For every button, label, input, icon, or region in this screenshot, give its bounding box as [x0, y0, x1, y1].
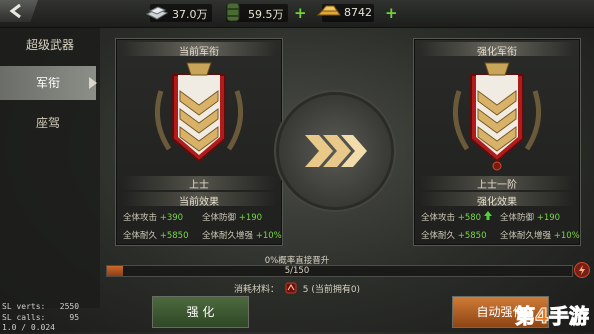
gold-value: 8742	[344, 6, 372, 19]
lightning-icon[interactable]	[574, 262, 590, 278]
current-rank-name: 上士	[189, 180, 209, 191]
fuel-barrel-icon	[226, 2, 240, 22]
stat-durability-boost: 全体耐久增强 +10%	[202, 231, 282, 241]
rank-insignia-icon	[154, 62, 244, 163]
rank-insignia-icon	[452, 62, 542, 163]
back-arrow-icon	[9, 3, 21, 19]
next-rank-card: 强化军衔 上士一阶 强化效果 全体攻击 +580 全体防御 +190 全体耐久 …	[413, 38, 581, 246]
material-owned: (当前拥有0)	[311, 285, 361, 295]
stat-attack: 全体攻击 +390	[123, 213, 184, 223]
chevron-right-icon	[305, 135, 367, 167]
site-watermark-logo: 第4手游	[513, 300, 593, 330]
debug-verts: SL verts: 2550	[2, 302, 80, 311]
stat-durability: 全体耐久 +5850	[421, 231, 487, 241]
next-rank-name: 上士一阶	[477, 180, 517, 191]
fuel-resource: 59.5万	[226, 2, 288, 22]
increase-arrow-icon	[483, 211, 492, 220]
stat-durability-boost: 全体耐久增强 +10%	[500, 231, 580, 241]
material-count: 5	[302, 285, 309, 295]
fuel-value: 59.5万	[248, 8, 284, 21]
stat-attack: 全体攻击 +580	[421, 211, 492, 223]
material-row: 消耗材料： 5 (当前拥有0)	[0, 282, 594, 295]
next-effects-title: 强化效果	[477, 197, 517, 208]
add-fuel-button[interactable]: +	[294, 5, 307, 21]
debug-frame: 1.0 / 0.024	[2, 323, 55, 332]
sidebar-item-rank[interactable]: 军衔	[0, 66, 96, 100]
material-label: 消耗材料：	[233, 285, 279, 295]
stat-durability: 全体耐久 +5850	[123, 231, 189, 241]
info-icon[interactable]	[492, 161, 502, 171]
current-rank-card: 当前军衔 上士 当前效果 全体攻击 +390 全体防御 +190 全体耐久 +5…	[115, 38, 283, 246]
material-item-icon	[285, 282, 297, 294]
sidebar-title: 超级武器	[25, 38, 74, 52]
stat-defense: 全体防御 +190	[500, 213, 561, 223]
gold-bar-icon	[316, 5, 341, 16]
upgrade-button[interactable]: 强 化	[152, 296, 249, 328]
next-rank-header: 强化军衔	[477, 47, 517, 58]
current-rank-header: 当前军衔	[179, 47, 219, 58]
silver-value: 37.0万	[172, 8, 208, 21]
active-tab-arrow-icon	[89, 77, 97, 89]
debug-calls: SL calls: 95	[2, 313, 80, 322]
progress-text: 5/150	[284, 266, 310, 276]
upgrade-indicator	[279, 95, 391, 207]
add-gold-button[interactable]: +	[385, 5, 398, 21]
gold-resource: 8742	[316, 4, 374, 22]
stat-defense: 全体防御 +190	[202, 213, 263, 223]
svg-text:第4手游: 第4手游	[515, 304, 589, 328]
current-effects-title: 当前效果	[179, 197, 219, 208]
sidebar-item-vehicle[interactable]: 座驾	[0, 106, 96, 140]
silver-ingot-icon	[145, 6, 169, 20]
silver-resource: 37.0万	[145, 4, 212, 22]
